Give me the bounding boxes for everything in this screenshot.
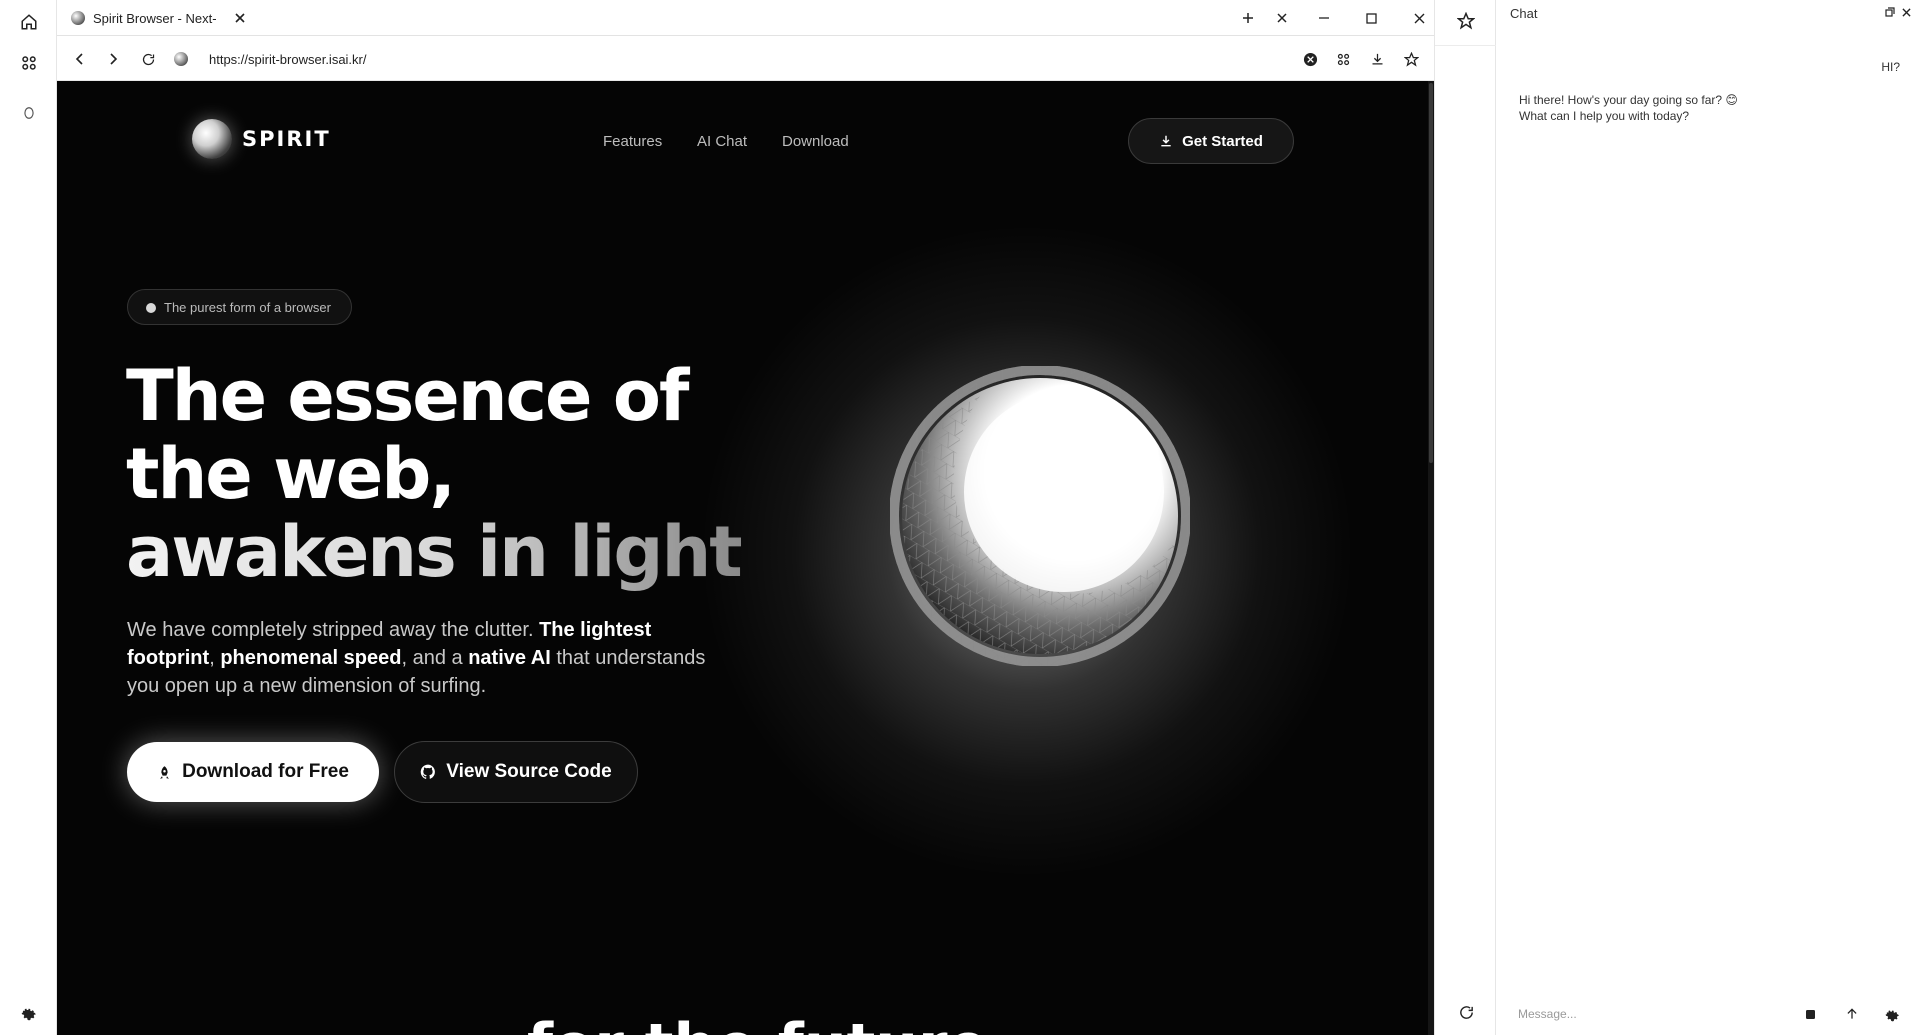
next-section-heading: for the future. [527, 1011, 1011, 1035]
assistant-line-1: Hi there! How's your day going so far? 😊 [1519, 93, 1738, 107]
bookmark-star-icon[interactable] [1398, 46, 1424, 72]
home-icon[interactable] [14, 7, 44, 37]
site-favicon-icon [168, 46, 194, 72]
left-rail [0, 0, 57, 1035]
view-source-button[interactable]: View Source Code [394, 741, 638, 803]
sub-bold-3: native AI [468, 647, 551, 669]
user-message: HI? [1881, 60, 1900, 74]
chat-title: Chat [1510, 6, 1538, 21]
hero-title: The essence of the web, awakens in light [126, 355, 743, 593]
assistant-message: Hi there! How's your day going so far? 😊… [1519, 92, 1879, 124]
new-tab-icon[interactable] [1234, 6, 1262, 30]
sub-text-2: , [209, 647, 221, 669]
browser-window: Spirit Browser - Next- https://spirit-br… [57, 0, 1434, 1035]
chat-close-icon[interactable] [1898, 4, 1914, 20]
favicon-icon [71, 11, 85, 25]
assistant-line-2: What can I help you with today? [1519, 109, 1690, 123]
download-icon[interactable] [1364, 46, 1390, 72]
minimize-icon[interactable] [1310, 6, 1338, 30]
chat-panel: Chat HI? Hi there! How's your day going … [1496, 0, 1916, 1035]
extensions-icon[interactable] [1330, 46, 1356, 72]
nav-link-features[interactable]: Features [603, 133, 662, 150]
maximize-icon[interactable] [1357, 6, 1385, 30]
tab-active[interactable]: Spirit Browser - Next- [65, 4, 255, 32]
hero-subtitle: We have completely stripped away the clu… [127, 616, 727, 700]
hero-line-1: The essence of [126, 355, 689, 437]
sub-text-3: , and a [401, 647, 469, 669]
refresh-chat-icon[interactable] [1451, 997, 1481, 1027]
page-viewport: SPIRIT Features AI Chat Download Get Sta… [57, 81, 1434, 1035]
brand-logo[interactable]: SPIRIT [192, 119, 331, 159]
close-tabs-icon[interactable] [1268, 6, 1296, 30]
hero-line-3: awakens in light [126, 511, 743, 593]
pill-dot-icon [146, 303, 156, 313]
brand-name: SPIRIT [242, 127, 331, 151]
site-nav: SPIRIT Features AI Chat Download Get Sta… [57, 81, 1428, 201]
github-icon [421, 764, 436, 779]
stop-icon[interactable] [1799, 1003, 1821, 1025]
tab-title: Spirit Browser - Next- [93, 10, 217, 26]
chat-composer [1496, 994, 1916, 1034]
scroll-thumb[interactable] [1429, 83, 1433, 463]
clear-url-icon[interactable] [1297, 46, 1323, 72]
spirit-orb-icon [192, 119, 232, 159]
reload-icon[interactable] [135, 46, 161, 72]
app-root: Spirit Browser - Next- https://spirit-br… [0, 0, 1916, 1035]
rocket-icon [160, 765, 169, 779]
favorites-star-icon[interactable] [1451, 6, 1481, 36]
tab-close-icon[interactable] [231, 9, 249, 27]
nav-link-ai-chat[interactable]: AI Chat [697, 133, 747, 150]
hero-line-2: the web, [126, 433, 456, 515]
sub-text-1: We have completely stripped away the clu… [127, 619, 540, 641]
get-started-button[interactable]: Get Started [1128, 118, 1294, 164]
url-input[interactable] [209, 48, 1289, 70]
bookmarks-rail [1434, 0, 1497, 1035]
message-input[interactable] [1518, 1004, 1798, 1024]
send-arrow-icon[interactable] [1841, 1003, 1863, 1025]
spirit-logo-icon[interactable] [14, 98, 44, 128]
apps-icon[interactable] [14, 48, 44, 78]
download-free-label: Download for Free [182, 761, 349, 782]
get-started-label: Get Started [1182, 132, 1263, 150]
tagline-text: The purest form of a browser [164, 299, 331, 315]
popout-icon[interactable] [1882, 4, 1898, 20]
settings-icon[interactable] [14, 998, 44, 1028]
nav-link-download[interactable]: Download [782, 133, 849, 150]
download-icon [1161, 135, 1171, 147]
tab-bar: Spirit Browser - Next- [57, 0, 1434, 36]
wireframe-orb [890, 366, 1190, 666]
download-free-button[interactable]: Download for Free [127, 742, 379, 802]
sub-bold-2: phenomenal speed [220, 647, 402, 669]
chat-settings-icon[interactable] [1881, 1003, 1903, 1025]
address-bar [57, 36, 1434, 81]
tagline-pill: The purest form of a browser [127, 289, 352, 325]
window-close-icon[interactable] [1405, 6, 1433, 30]
view-source-label: View Source Code [446, 761, 612, 782]
forward-icon[interactable] [100, 46, 126, 72]
back-icon[interactable] [67, 46, 93, 72]
